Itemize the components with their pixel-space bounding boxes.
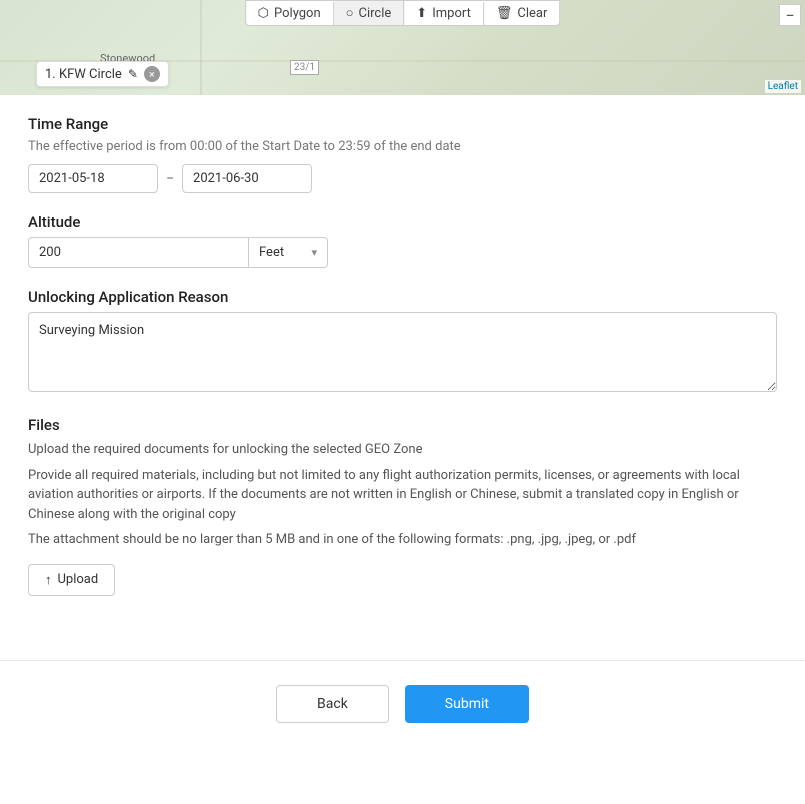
polygon-label: Polygon [274,6,321,21]
upload-icon: ↑ [45,572,52,588]
footer-buttons: Back Submit [0,685,805,747]
clear-icon: 🗑 [496,6,513,21]
polygon-button[interactable]: ⬡ Polygon [246,2,334,25]
altitude-input[interactable] [28,237,248,268]
kfw-close-button[interactable]: × [144,66,160,82]
reason-textarea[interactable]: Surveying Mission [28,312,777,392]
time-range-title: Time Range [28,115,777,133]
upload-label: Upload [58,572,99,587]
import-label: Import [432,6,471,21]
import-button[interactable]: ⬆ Import [404,2,484,25]
end-date-input[interactable] [182,164,312,193]
circle-icon: ○ [346,5,354,21]
files-description-2: Provide all required materials, includin… [28,466,777,525]
files-section: Files Upload the required documents for … [28,416,777,596]
unit-select[interactable]: Feet ▾ [248,237,328,268]
circle-label: Circle [359,6,392,21]
reason-section: Unlocking Application Reason Surveying M… [28,288,777,396]
submit-button[interactable]: Submit [405,685,529,723]
date-separator: − [166,171,174,187]
kfw-badge: 1. KFW Circle ✎ × [36,61,169,87]
footer-divider [0,660,805,661]
date-row: − [28,164,777,193]
map-number-label: 23/1 [290,60,319,75]
files-description-3: The attachment should be no larger than … [28,530,777,550]
kfw-badge-container: 1. KFW Circle ✎ × [36,61,169,87]
zoom-out-button[interactable]: − [779,4,801,26]
unit-label: Feet [259,245,284,260]
altitude-title: Altitude [28,213,777,231]
import-icon: ⬆ [416,6,427,21]
upload-button[interactable]: ↑ Upload [28,564,115,596]
chevron-down-icon: ▾ [311,246,317,259]
leaflet-badge: Leaflet [765,80,801,93]
map-container: ⬡ Polygon ○ Circle ⬆ Import 🗑 Clear − St… [0,0,805,95]
clear-button[interactable]: 🗑 Clear [484,2,560,25]
map-toolbar: ⬡ Polygon ○ Circle ⬆ Import 🗑 Clear [245,0,561,26]
files-description-1: Upload the required documents for unlock… [28,440,777,460]
altitude-row: Feet ▾ [28,237,777,268]
altitude-section: Altitude Feet ▾ [28,213,777,268]
time-range-description: The effective period is from 00:00 of th… [28,139,777,154]
main-content: Time Range The effective period is from … [0,95,805,636]
files-title: Files [28,416,777,434]
back-button[interactable]: Back [276,685,389,723]
start-date-input[interactable] [28,164,158,193]
circle-button[interactable]: ○ Circle [334,1,405,25]
kfw-badge-label: 1. KFW Circle [45,67,122,82]
clear-label: Clear [517,6,547,21]
time-range-section: Time Range The effective period is from … [28,115,777,193]
kfw-edit-icon[interactable]: ✎ [128,67,138,81]
reason-title: Unlocking Application Reason [28,288,777,306]
polygon-icon: ⬡ [258,6,269,21]
